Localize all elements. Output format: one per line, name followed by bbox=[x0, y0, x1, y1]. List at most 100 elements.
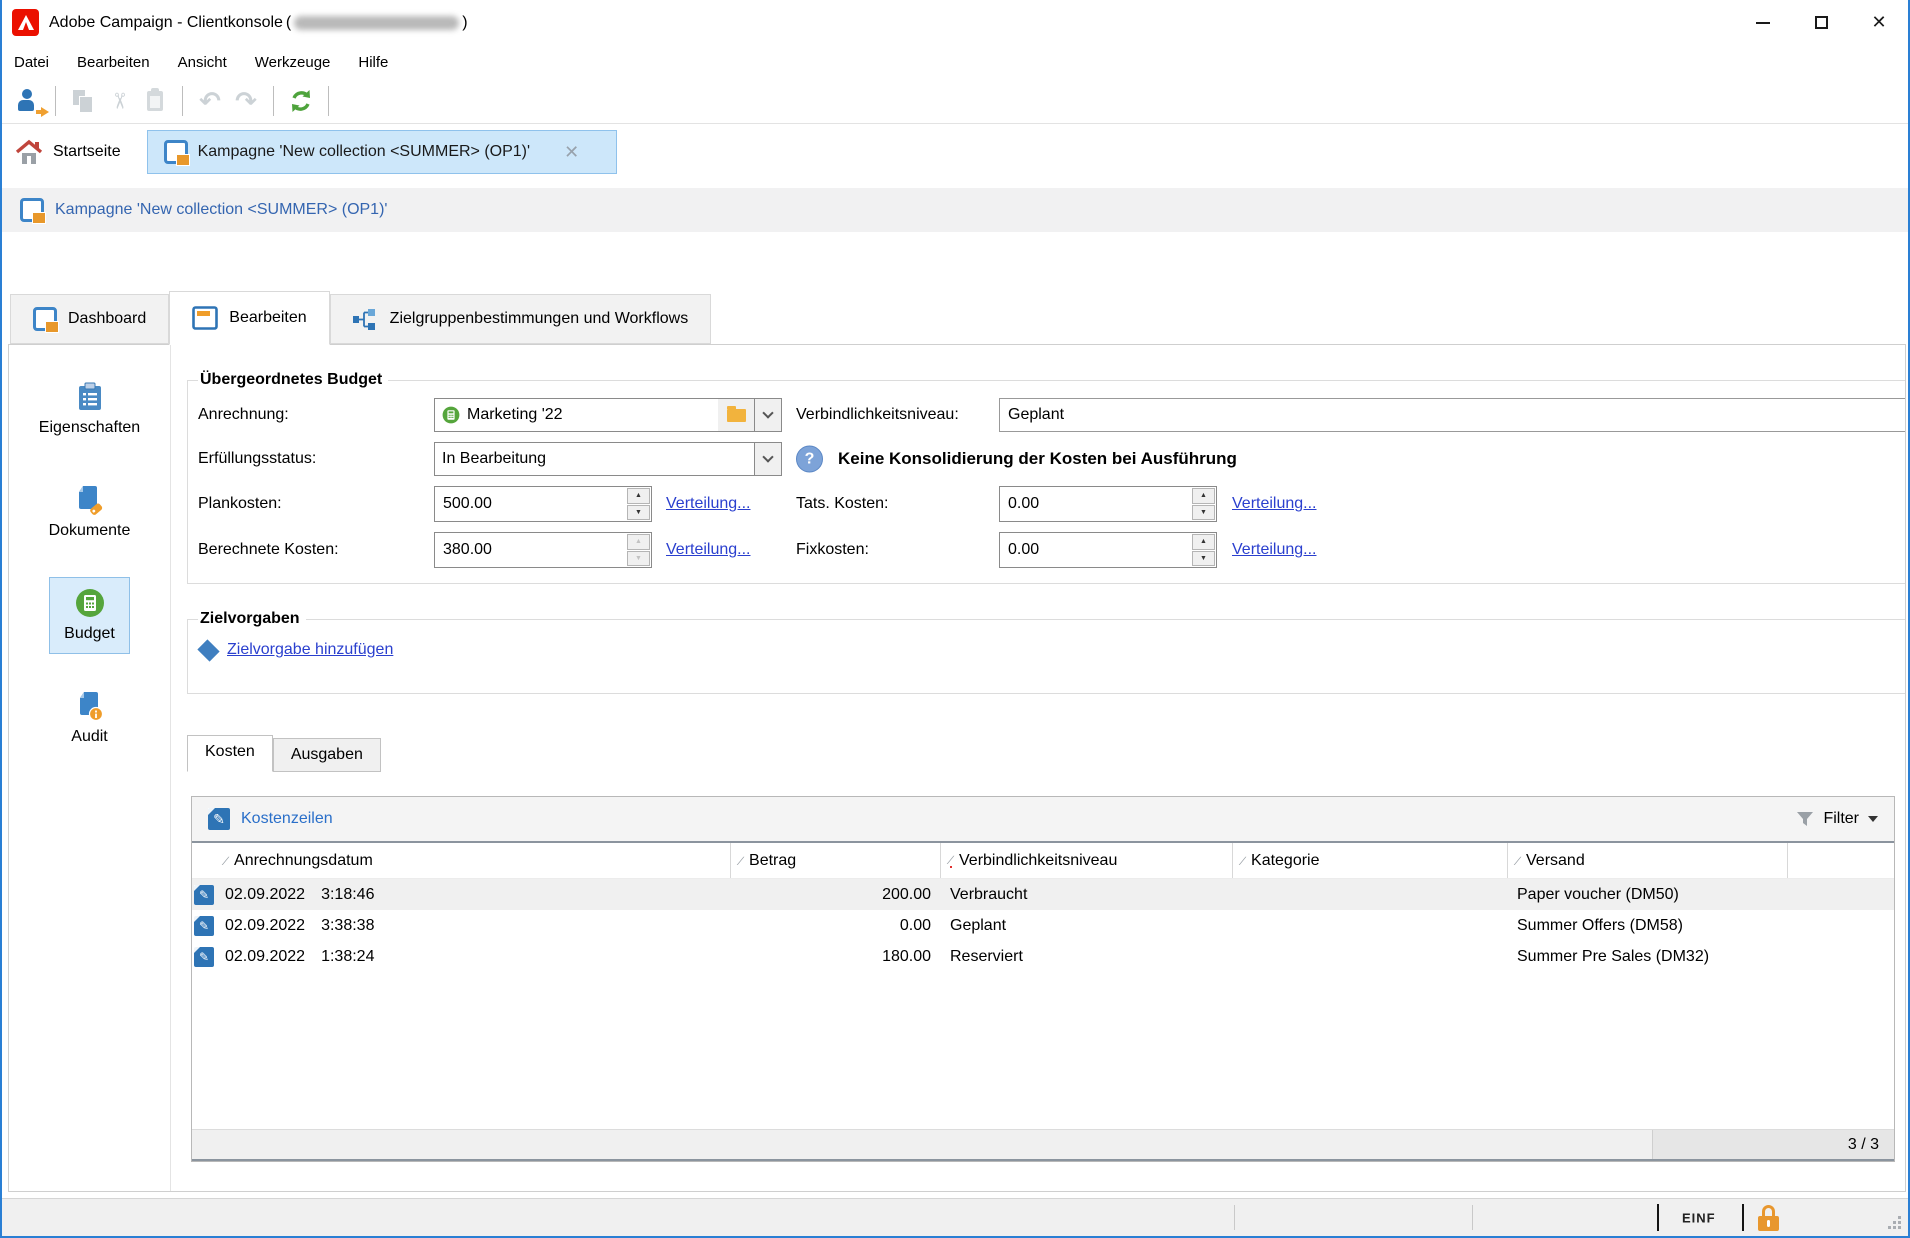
tab-campaign-active[interactable]: Kampagne 'New collection <SUMMER> (OP1)'… bbox=[146, 130, 617, 174]
paste-icon[interactable] bbox=[137, 84, 173, 118]
sidebar-item-label: Budget bbox=[64, 625, 115, 642]
anrechnung-field[interactable]: Marketing '22 bbox=[434, 398, 782, 432]
tab-zielgruppen-workflows[interactable]: Zielgruppenbestimmungen und Workflows bbox=[329, 294, 712, 344]
refresh-icon[interactable] bbox=[283, 84, 319, 118]
anrechnung-dropdown-button[interactable] bbox=[754, 399, 781, 431]
spin-down-icon[interactable]: ▼ bbox=[1192, 550, 1215, 566]
document-tag-icon bbox=[79, 486, 103, 515]
tab-close-icon[interactable]: ✕ bbox=[564, 143, 579, 161]
kostenzeilen-link[interactable]: Kostenzeilen bbox=[241, 810, 333, 828]
spin-up-icon[interactable]: ▲ bbox=[1192, 534, 1215, 550]
sidebar-item-dokumente[interactable]: Dokumente bbox=[34, 474, 146, 551]
tab-ausgaben[interactable]: Ausgaben bbox=[272, 738, 381, 772]
maximize-icon bbox=[1814, 16, 1828, 29]
budget-form: Übergeordnetes Budget Anrechnung: Market… bbox=[171, 345, 1905, 1191]
edit-pencil-icon: ✎ bbox=[194, 884, 214, 905]
table-row[interactable]: ✎ 02.09.2022 1:38:24 180.00 Reserviert S… bbox=[192, 941, 1894, 972]
column-anrechnungsdatum[interactable]: ∕ Anrechnungsdatum bbox=[216, 843, 731, 878]
statusbar-separator bbox=[1742, 1204, 1744, 1231]
toolbar: ✂ ↶ ↷ bbox=[2, 79, 1908, 124]
anrechnung-value-wrap: Marketing '22 bbox=[435, 399, 718, 431]
filter-control[interactable]: Filter bbox=[1796, 810, 1878, 828]
berechnete-kosten-label: Berechnete Kosten: bbox=[198, 541, 339, 558]
undo-icon[interactable]: ↶ bbox=[192, 84, 228, 118]
menu-bearbeiten[interactable]: Bearbeiten bbox=[77, 54, 150, 71]
form-row-erfuellungsstatus: Erfüllungsstatus: In Bearbeitung ? Keine… bbox=[196, 437, 1905, 481]
undo-arrow-icon: ↶ bbox=[199, 86, 221, 116]
refresh-arrows-icon bbox=[292, 90, 310, 112]
column-betrag[interactable]: ∕ Betrag bbox=[731, 843, 941, 878]
sidebar-item-label: Dokumente bbox=[48, 522, 131, 539]
spin-down-icon[interactable]: ▼ bbox=[627, 504, 650, 520]
plankosten-input[interactable]: 500.00 ▲ ▼ bbox=[434, 486, 652, 522]
group-zielvorgaben: Zielvorgaben Zielvorgabe hinzufügen bbox=[187, 610, 1905, 694]
plankosten-verteilung-link[interactable]: Verteilung... bbox=[666, 495, 751, 513]
redo-icon[interactable]: ↷ bbox=[228, 84, 264, 118]
sidebar-item-label: Eigenschaften bbox=[38, 419, 141, 436]
chevron-down-icon bbox=[762, 451, 774, 463]
copy-icon[interactable] bbox=[65, 84, 101, 118]
edit-pencil-icon: ✎ bbox=[194, 946, 214, 967]
verbindlichkeitsniveau-field[interactable]: Geplant bbox=[999, 398, 1905, 432]
erfuellungsstatus-select[interactable]: In Bearbeitung bbox=[434, 442, 782, 476]
tats-kosten-verteilung-link[interactable]: Verteilung... bbox=[1232, 495, 1317, 513]
column-verbindlichkeitsniveau[interactable]: ∕ Verbindlichkeitsniveau bbox=[941, 843, 1233, 878]
column-kategorie[interactable]: ∕ Kategorie bbox=[1233, 843, 1508, 878]
scissors-icon: ✂ bbox=[107, 91, 132, 111]
sidebar-item-audit[interactable]: Audit bbox=[56, 680, 122, 757]
arrow-right-icon bbox=[36, 107, 49, 117]
tab-label: Zielgruppenbestimmungen und Workflows bbox=[389, 310, 689, 327]
menu-ansicht[interactable]: Ansicht bbox=[178, 54, 227, 71]
fixkosten-label: Fixkosten: bbox=[796, 541, 869, 558]
fixkosten-verteilung-link[interactable]: Verteilung... bbox=[1232, 541, 1317, 559]
cut-icon[interactable]: ✂ bbox=[101, 84, 137, 118]
menu-datei[interactable]: Datei bbox=[14, 54, 49, 71]
berechnete-kosten-input[interactable]: 380.00 ▲ ▼ bbox=[434, 532, 652, 568]
spin-down-icon[interactable]: ▼ bbox=[1192, 504, 1215, 520]
spin-up-icon[interactable]: ▲ bbox=[1192, 488, 1215, 504]
folder-picker-button[interactable] bbox=[718, 399, 754, 431]
edit-pencil-icon: ✎ bbox=[194, 915, 214, 936]
minimize-button[interactable] bbox=[1734, 0, 1792, 45]
erfuellungsstatus-dropdown-button[interactable] bbox=[754, 443, 781, 475]
breadcrumb-link[interactable]: Kampagne 'New collection <SUMMER> (OP1)' bbox=[55, 201, 387, 219]
form-row-anrechnung: Anrechnung: Marketing '22 Verbindlichkei… bbox=[196, 393, 1905, 437]
row-icon-cell: ✎ bbox=[192, 946, 216, 967]
table-row[interactable]: ✎ 02.09.2022 3:18:46 200.00 Verbraucht P… bbox=[192, 879, 1894, 910]
add-zielvorgabe-link[interactable]: Zielvorgabe hinzufügen bbox=[227, 641, 393, 659]
fixkosten-input[interactable]: 0.00 ▲ ▼ bbox=[999, 532, 1217, 568]
help-icon[interactable]: ? bbox=[796, 445, 823, 473]
erfuellungsstatus-label: Erfüllungsstatus: bbox=[198, 450, 317, 467]
menu-werkzeuge[interactable]: Werkzeuge bbox=[255, 54, 331, 71]
close-button[interactable]: ✕ bbox=[1850, 0, 1908, 45]
row-time: 3:18:46 bbox=[321, 885, 375, 903]
spin-up-icon[interactable]: ▲ bbox=[627, 534, 650, 550]
tab-startseite[interactable]: Startseite bbox=[12, 139, 133, 166]
cell-versand: Summer Pre Sales (DM32) bbox=[1517, 947, 1710, 965]
statusbar: EINF bbox=[2, 1198, 1908, 1236]
maximize-button[interactable] bbox=[1792, 0, 1850, 45]
tab-dashboard[interactable]: Dashboard bbox=[10, 294, 170, 344]
menu-hilfe[interactable]: Hilfe bbox=[358, 54, 388, 71]
cell-anrechnungsdatum: 02.09.2022 3:38:38 bbox=[216, 917, 731, 935]
tab-kosten[interactable]: Kosten bbox=[187, 735, 273, 772]
row-date: 02.09.2022 bbox=[225, 916, 306, 934]
connect-icon[interactable] bbox=[10, 84, 49, 118]
tats-kosten-input[interactable]: 0.00 ▲ ▼ bbox=[999, 486, 1217, 522]
home-icon bbox=[15, 139, 43, 164]
group-legend: Zielvorgaben bbox=[200, 610, 300, 627]
sidebar-item-eigenschaften[interactable]: Eigenschaften bbox=[24, 371, 155, 448]
resize-grip[interactable] bbox=[1888, 1216, 1903, 1231]
form-row-berechnete-kosten: Berechnete Kosten: 380.00 ▲ ▼ Verteilung… bbox=[196, 527, 1905, 573]
tab-bearbeiten[interactable]: Bearbeiten bbox=[169, 291, 330, 345]
spin-up-icon[interactable]: ▲ bbox=[627, 488, 650, 504]
spin-down-icon[interactable]: ▼ bbox=[627, 550, 650, 566]
minimize-icon bbox=[1756, 21, 1770, 24]
berechnete-kosten-verteilung-link[interactable]: Verteilung... bbox=[666, 541, 751, 559]
column-versand[interactable]: ∕ Versand bbox=[1508, 843, 1788, 878]
document-tabbar: Startseite Kampagne 'New collection <SUM… bbox=[2, 124, 1908, 180]
sidebar-item-budget[interactable]: Budget bbox=[49, 577, 130, 654]
row-icon-cell: ✎ bbox=[192, 884, 216, 905]
table-row[interactable]: ✎ 02.09.2022 3:38:38 0.00 Geplant Summer… bbox=[192, 910, 1894, 941]
table-header: ∕ Anrechnungsdatum ∕ Betrag ∕ Verbindlic… bbox=[192, 841, 1894, 879]
